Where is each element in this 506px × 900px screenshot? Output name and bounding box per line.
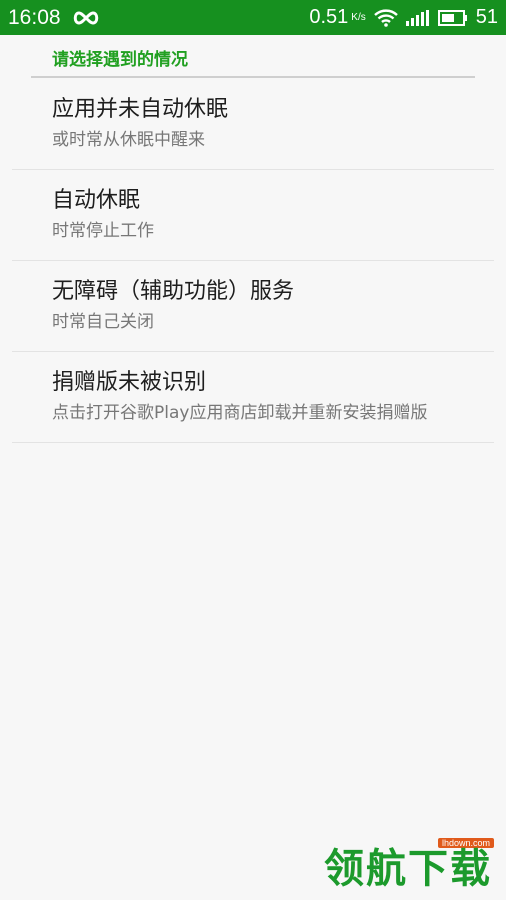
list-item[interactable]: 捐赠版未被识别 点击打开谷歌Play应用商店卸载并重新安装捐赠版 (12, 352, 494, 443)
item-summary: 时常自己关闭 (52, 312, 154, 332)
item-title: 应用并未自动休眠 (52, 97, 229, 122)
infinity-icon (71, 10, 101, 26)
list-item[interactable]: 自动休眠 时常停止工作 (12, 170, 494, 261)
item-title: 无障碍（辅助功能）服务 (52, 279, 295, 304)
status-time: 16:08 (8, 5, 61, 29)
speed-value: 0.51 (309, 6, 349, 28)
watermark-text: 领航下载 (324, 846, 492, 892)
status-bar: 16:08 0.51 K/s 51 (0, 0, 506, 35)
battery-level: 51 (475, 6, 498, 28)
status-right: 0.51 K/s 51 (309, 6, 498, 29)
item-summary: 点击打开谷歌Play应用商店卸载并重新安装捐赠版 (52, 403, 428, 423)
list-item[interactable]: 无障碍（辅助功能）服务 时常自己关闭 (12, 261, 494, 352)
wifi-icon (373, 8, 398, 27)
item-title: 捐赠版未被识别 (52, 370, 207, 395)
signal-icon (405, 9, 430, 26)
status-left: 16:08 (8, 6, 101, 30)
item-summary: 时常停止工作 (52, 221, 154, 241)
item-title: 自动休眠 (52, 188, 141, 213)
speed-unit: K/s (351, 11, 366, 23)
list-item[interactable]: 应用并未自动休眠 或时常从休眠中醒来 (12, 79, 494, 170)
network-speed: 0.51 K/s (309, 6, 365, 29)
battery-icon (437, 9, 468, 26)
item-summary: 或时常从休眠中醒来 (52, 130, 205, 150)
section-title: 请选择遇到的情况 (31, 35, 475, 78)
section-title-text: 请选择遇到的情况 (52, 50, 188, 70)
watermark-logo: lhdown.com 领航下载 (320, 838, 500, 894)
issue-list: 应用并未自动休眠 或时常从休眠中醒来 自动休眠 时常停止工作 无障碍（辅助功能）… (0, 79, 506, 443)
